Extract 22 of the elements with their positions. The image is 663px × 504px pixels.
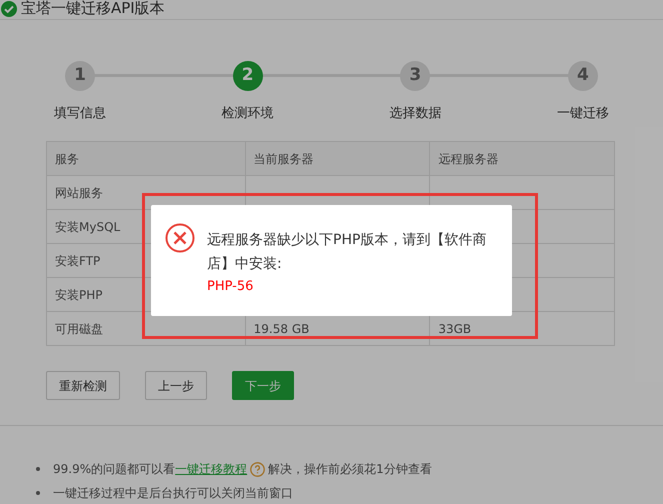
step-label: 选择数据 xyxy=(389,105,442,123)
error-icon xyxy=(165,223,195,253)
note-text: 一键迁移过程中是后台执行可以关闭当前窗口 xyxy=(53,485,293,502)
step-label: 一键迁移 xyxy=(556,105,609,123)
step-number: 3 xyxy=(400,61,430,91)
step-number: 1 xyxy=(65,61,95,91)
column-header: 远程服务器 xyxy=(430,142,614,176)
check-icon xyxy=(1,0,17,16)
help-icon[interactable] xyxy=(250,462,266,476)
note-text: 解决，操作前必须花1分钟查看 xyxy=(268,461,432,478)
step-number: 2 xyxy=(232,61,263,91)
column-header: 服务 xyxy=(46,142,246,176)
step-number: 4 xyxy=(568,61,598,91)
column-header: 当前服务器 xyxy=(245,142,430,176)
action-button[interactable]: 上一步 xyxy=(145,371,207,400)
bullet-icon xyxy=(36,467,40,471)
note-text: 99.9%的问题都可以看 xyxy=(53,461,176,478)
window-title: 宝塔一键迁移API版本 xyxy=(21,0,165,20)
step-label: 检测环境 xyxy=(222,105,274,123)
bullet-icon xyxy=(36,491,40,495)
step-label: 填写信息 xyxy=(54,105,106,123)
action-button[interactable]: 重新检测 xyxy=(46,371,120,400)
